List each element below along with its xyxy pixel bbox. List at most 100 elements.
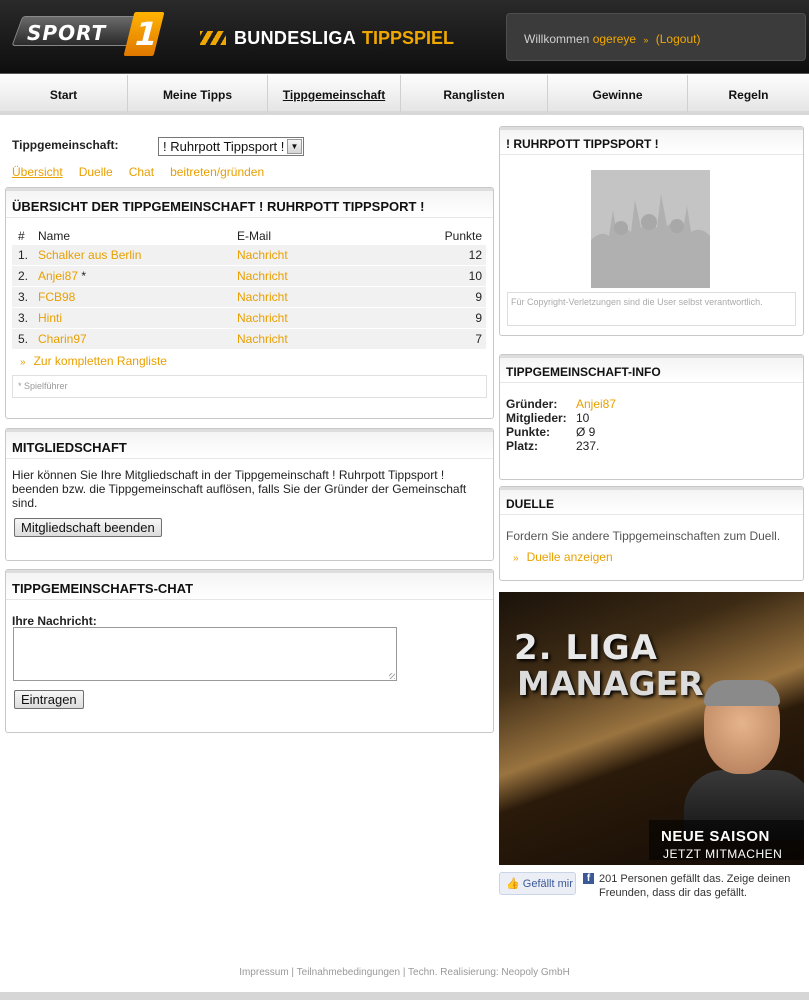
arrow-right-icon: » [513,553,519,564]
row-points: 7 [475,332,482,346]
col-points: Punkte [444,229,482,243]
duels-link-wrap: » Duelle anzeigen [513,550,613,566]
row-rank: 1. [18,248,29,262]
welcome-box: Willkommen ogereye » (Logout) [506,13,806,61]
row-message-link[interactable]: Nachricht [237,311,288,325]
row-name-link[interactable]: Anjei87 [38,269,78,283]
row-message-link[interactable]: Nachricht [237,290,288,304]
table-header: # Name E-Mail Punkte [12,227,486,245]
nav-label: Ranglisten [443,88,505,102]
ad-line4: JETZT MITMACHEN [663,847,783,861]
copyright-note: Für Copyright-Verletzungen sind die User… [507,292,796,326]
chat-title: TIPPGEMEINSCHAFTS-CHAT [6,570,493,600]
ad-line2: MANAGER [517,664,704,703]
thumbs-up-icon: 👍 [506,878,520,890]
impressum-link[interactable]: Impressum [239,967,288,978]
ad-person-image [684,672,804,840]
like-text: 201 Personen gefällt das. Zeige deinen F… [599,873,791,899]
col-rank: # [18,229,25,243]
place-label: Platz: [506,439,539,453]
site-header: SPORT 1 BUNDESLIGA TIPPSPIEL Willkommen … [0,0,809,74]
facebook-like-button[interactable]: 👍 Gefällt mir [499,872,576,895]
crowd-icon [591,170,710,288]
ad-line1: 2. LIGA [514,628,658,668]
nav-label: Regeln [728,88,769,102]
logout-link[interactable]: (Logout) [656,32,701,46]
nav-regeln[interactable]: Regeln [688,75,809,113]
row-message-link[interactable]: Nachricht [237,248,288,262]
founder-link[interactable]: Anjei87 [576,397,616,411]
row-name-link[interactable]: Schalker aus Berlin [38,248,141,262]
subtab-chat[interactable]: Chat [129,165,154,179]
sport1-logo[interactable]: SPORT 1 [11,12,165,56]
membership-text: Hier können Sie Ihre Mitgliedschaft in d… [12,468,467,510]
subtab-beitreten[interactable]: beitreten/gründen [170,165,264,179]
group-title: ! RUHRPOTT TIPPSPORT ! [500,127,803,155]
captain-note: * Spielführer [12,375,487,398]
row-points: 12 [468,248,482,262]
group-avatar [591,170,710,288]
table-row: 3. Hinti Nachricht 9 [12,308,486,329]
facebook-icon: f [583,873,594,884]
row-points: 9 [475,311,482,325]
tip-select-label: Tippgemeinschaft: [12,138,119,152]
subtabs: Übersicht Duelle Chat beitreten/gründen [12,165,264,179]
nav-label: Tippgemeinschaft [282,88,386,102]
duels-link[interactable]: Duelle anzeigen [527,550,613,564]
members-label: Mitglieder: [506,411,567,425]
table-row: 5. Charin97 Nachricht 7 [12,329,486,350]
submit-chat-button[interactable]: Eintragen [14,690,84,709]
ranking-table: # Name E-Mail Punkte 1. Schalker aus Ber… [12,227,486,350]
end-membership-button[interactable]: Mitgliedschaft beenden [14,518,162,537]
chat-label: Ihre Nachricht: [12,614,97,628]
brand-title: BUNDESLIGA TIPPSPIEL [200,26,454,50]
row-message-link[interactable]: Nachricht [237,269,288,283]
col-name: Name [38,229,71,243]
info-title: TIPPGEMEINSCHAFT-INFO [500,355,803,383]
manager-ad-banner[interactable]: 2. LIGA MANAGER NEUE SAISON JETZT MITMAC… [499,592,804,865]
row-name-link[interactable]: FCB98 [38,290,75,304]
duels-title: DUELLE [500,487,803,515]
nav-start[interactable]: Start [0,75,128,113]
chat-message-input[interactable] [13,627,397,681]
site-footer: Impressum | Teilnahmebedingungen | Techn… [0,967,809,978]
row-name-link[interactable]: Charin97 [38,332,87,346]
arrow-right-icon: » [20,357,26,368]
duels-text: Fordern Sie andere Tippgemeinschaften zu… [506,529,781,543]
subtab-uebersicht[interactable]: Übersicht [12,165,63,179]
nav-tippgemeinschaft[interactable]: Tippgemeinschaft [268,75,401,113]
logo-text: SPORT [27,21,107,45]
place-value: 237. [576,439,600,453]
table-row: 1. Schalker aus Berlin Nachricht 12 [12,245,486,266]
like-label: Gefällt mir [522,878,573,890]
nav-gewinne[interactable]: Gewinne [548,75,688,113]
founder-label: Gründer: [506,397,558,411]
username-link[interactable]: ogereye [593,32,636,46]
row-rank: 3. [18,311,29,325]
ad-line3: NEUE SAISON [661,828,770,845]
tip-select[interactable]: ! Ruhrpott Tippsport ! ▼ [158,137,304,156]
full-ranking-link[interactable]: Zur kompletten Rangliste [34,354,167,368]
nav-meine-tipps[interactable]: Meine Tipps [128,75,268,113]
row-points: 9 [475,290,482,304]
captain-marker: * [81,269,87,283]
logo-one-text: 1 [130,15,163,53]
subtab-duelle[interactable]: Duelle [79,165,113,179]
row-name-link[interactable]: Hinti [38,311,62,325]
main-nav: Start Meine Tipps Tippgemeinschaft Rangl… [0,75,809,115]
nav-ranglisten[interactable]: Ranglisten [401,75,548,113]
brand-accent: TIPPSPIEL [362,27,455,48]
overview-title: ÜBERSICHT DER TIPPGEMEINSCHAFT ! RUHRPOT… [6,188,493,218]
nav-label: Gewinne [592,88,643,102]
terms-link[interactable]: Teilnahmebedingungen [297,967,400,978]
table-row: 2. Anjei87 * Nachricht 10 [12,266,486,287]
footer-separator: | [288,967,297,978]
nav-label: Meine Tipps [162,88,233,102]
row-message-link[interactable]: Nachricht [237,332,288,346]
row-rank: 3. [18,290,29,304]
chevron-down-icon: ▼ [287,139,302,154]
row-rank: 2. [18,269,29,283]
points-label: Punkte: [506,425,551,439]
ad-person-hair [704,680,780,706]
footer-separator: | [400,967,409,978]
